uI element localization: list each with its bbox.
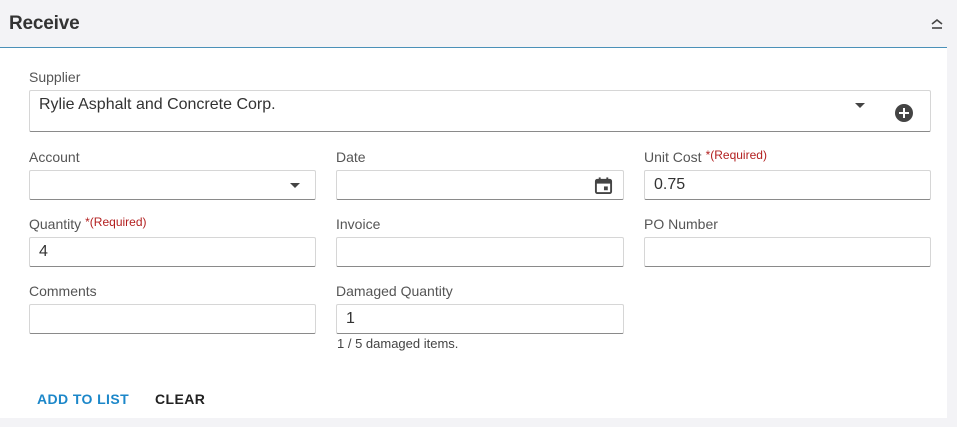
calendar-icon[interactable] bbox=[594, 176, 613, 195]
damaged-items-hint: 1 / 5 damaged items. bbox=[337, 336, 459, 351]
add-to-list-button[interactable]: ADD TO LIST bbox=[37, 391, 129, 407]
quantity-label: Quantity *(Required) bbox=[29, 215, 147, 232]
caret-down-icon[interactable] bbox=[290, 183, 300, 188]
add-supplier-icon[interactable] bbox=[895, 104, 913, 122]
damaged-quantity-input[interactable]: 1 bbox=[336, 304, 624, 334]
unit-cost-label-text: Unit Cost bbox=[644, 149, 702, 165]
quantity-value: 4 bbox=[39, 243, 48, 260]
quantity-input[interactable]: 4 bbox=[29, 237, 316, 267]
panel-header: Receive bbox=[0, 0, 947, 48]
comments-label: Comments bbox=[29, 283, 97, 299]
account-select[interactable] bbox=[29, 170, 316, 200]
required-marker: *(Required) bbox=[705, 148, 767, 162]
supplier-value: Rylie Asphalt and Concrete Corp. bbox=[39, 96, 276, 113]
date-input[interactable] bbox=[336, 170, 624, 200]
invoice-label: Invoice bbox=[336, 216, 381, 232]
quantity-label-text: Quantity bbox=[29, 216, 82, 232]
required-marker: *(Required) bbox=[85, 215, 147, 229]
caret-down-icon[interactable] bbox=[855, 103, 865, 108]
chevron-up-icon[interactable] bbox=[929, 16, 945, 32]
receive-panel: Receive Supplier Rylie Asphalt and Concr… bbox=[0, 0, 947, 418]
comments-input[interactable] bbox=[29, 304, 316, 334]
unit-cost-value: 0.75 bbox=[654, 176, 686, 193]
damaged-quantity-label: Damaged Quantity bbox=[336, 283, 453, 299]
supplier-select[interactable]: Rylie Asphalt and Concrete Corp. bbox=[29, 90, 931, 132]
damaged-quantity-value: 1 bbox=[346, 310, 355, 327]
invoice-input[interactable] bbox=[336, 237, 624, 267]
panel-title: Receive bbox=[9, 13, 80, 34]
po-number-label: PO Number bbox=[644, 216, 718, 232]
clear-button[interactable]: CLEAR bbox=[155, 391, 205, 407]
unit-cost-label: Unit Cost *(Required) bbox=[644, 148, 767, 165]
account-label: Account bbox=[29, 149, 80, 165]
unit-cost-input[interactable]: 0.75 bbox=[644, 170, 931, 200]
po-number-input[interactable] bbox=[644, 237, 931, 267]
date-label: Date bbox=[336, 149, 366, 165]
supplier-label: Supplier bbox=[29, 69, 81, 85]
